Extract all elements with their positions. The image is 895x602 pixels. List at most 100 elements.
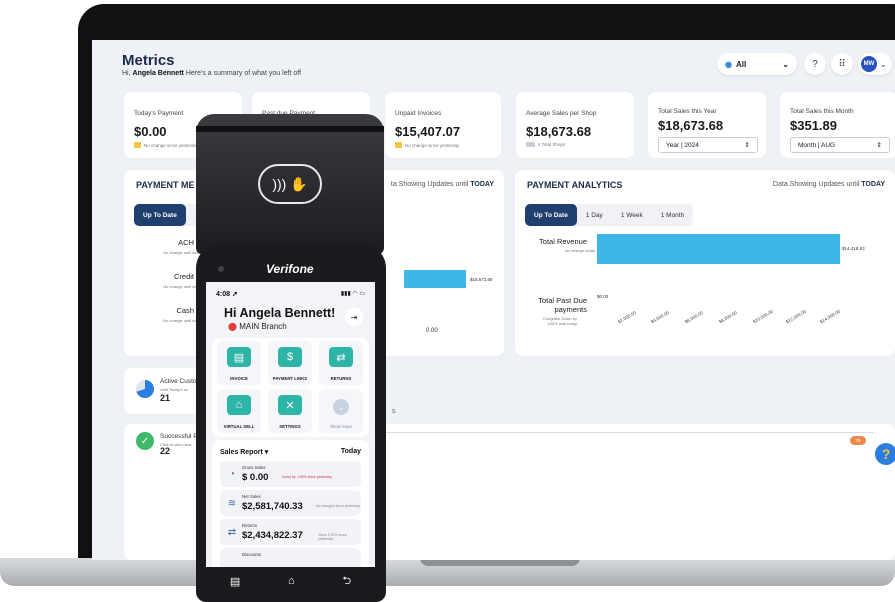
- payment-link-icon: $: [278, 347, 302, 367]
- chart-x-tick: $14,000.00: [819, 308, 842, 325]
- sales-row-label: Returns: [242, 523, 258, 528]
- flat-trend-icon: [134, 142, 141, 148]
- camera-icon: [218, 266, 224, 272]
- tile-settings[interactable]: ✕ SETTINGS: [268, 389, 312, 433]
- help-chat-icon[interactable]: ?: [875, 443, 895, 465]
- count-badge: 76: [850, 436, 866, 445]
- back-icon[interactable]: ⮌: [342, 572, 351, 591]
- sales-row-label: Gross Sales: [242, 465, 266, 470]
- chart-bar-value: $14,418.63: [842, 246, 865, 251]
- stat-value: $18,673.68: [526, 124, 592, 139]
- stat-card-avg-sales: Average Sales per Shop $18,673.68 4 Tota…: [516, 92, 634, 158]
- chart-category-label: Total Past Due: [538, 296, 587, 305]
- chart-x-tick: $12,000.00: [785, 308, 808, 325]
- chart-bar-value: $0.00: [597, 294, 609, 299]
- method-bar-value: $18,673.68: [470, 277, 493, 282]
- chevron-down-icon: ⌄: [333, 399, 349, 415]
- invoice-icon: ▤: [227, 347, 251, 367]
- pie-chart-icon: [136, 380, 154, 398]
- tile-label: SETTINGS: [279, 424, 301, 429]
- sales-row-value: $2,581,740.33: [242, 501, 303, 512]
- greeting-user: Angela Bennett: [132, 70, 184, 77]
- tab-1-week[interactable]: 1 Week: [612, 204, 652, 226]
- active-label: Active Custo: [160, 378, 197, 385]
- month-select-value: Month | AUG: [798, 141, 836, 149]
- tile-label: PAYMENT LINKS: [272, 376, 308, 381]
- tile-show-more[interactable]: ⌄ Show more: [319, 389, 363, 433]
- home-icon[interactable]: ⌂: [288, 575, 295, 587]
- apps-button[interactable]: ⠿: [831, 53, 853, 75]
- status-time: 4:08 ➚: [216, 290, 238, 298]
- tile-label: RETURNS: [330, 376, 352, 381]
- success-label: Successful P: [160, 433, 198, 440]
- stat-sub: 4 Total Shops: [526, 142, 565, 147]
- recent-apps-icon[interactable]: ▤: [230, 575, 240, 588]
- help-icon: ?: [812, 58, 818, 70]
- coins-icon: ≋: [227, 497, 237, 509]
- tab-1-day[interactable]: 1 Day: [577, 204, 612, 226]
- location-pin-icon: ◉: [725, 59, 732, 69]
- basket-icon: ⌂: [227, 395, 251, 415]
- method-sub: No change until today: [163, 250, 202, 255]
- stat-value: $18,673.68: [658, 118, 724, 133]
- tab-up-to-date[interactable]: Up To Date: [134, 204, 186, 226]
- settings-tools-icon: ✕: [278, 395, 302, 415]
- returns-arrows-icon: ⇄: [227, 526, 237, 538]
- tile-virtual-sell[interactable]: ⌂ VIRTUAL SELL: [217, 389, 261, 433]
- logout-button[interactable]: ⇥: [345, 308, 363, 326]
- greeting: Hi, Angela Bennett Here's a summary of w…: [122, 70, 301, 77]
- shop-icon: [526, 142, 535, 147]
- chart-x-tick: $8,000.00: [717, 309, 738, 325]
- year-select[interactable]: Year | 2024 ⇕: [658, 137, 758, 153]
- tab-bar: Up To Date 1 Day 1 Week 1 Month: [525, 204, 694, 226]
- tab-1-month[interactable]: 1 Month: [652, 204, 694, 226]
- update-note: ta Showing Updates until TODAY: [391, 181, 494, 188]
- branch-label: ⬤ MAIN Branch: [228, 322, 287, 331]
- paper-slot: [196, 126, 384, 132]
- sales-report-panel: Sales Report ▾ Today ◔ Gross Sales $ 0.0…: [212, 440, 369, 567]
- stat-sub: No change since yesterday: [134, 142, 198, 148]
- stat-value: $351.89: [790, 118, 837, 133]
- sales-period: Today: [340, 448, 361, 455]
- location-arrow-icon: ➚: [231, 291, 238, 298]
- payment-analytics-card: PAYMENT ANALYTICS Data Showing Updates u…: [515, 170, 895, 356]
- sales-row-discounts[interactable]: Discounts: [220, 548, 361, 567]
- sales-report-title: Sales Report: [220, 449, 263, 456]
- tile-returns[interactable]: ⇄ RETURNS: [319, 341, 363, 385]
- month-select[interactable]: Month | AUG ⇕: [790, 137, 890, 153]
- tile-payment-links[interactable]: $ PAYMENT LINKS: [268, 341, 312, 385]
- method-label-cash: Cash: [176, 306, 194, 315]
- stat-card-year-sales: Total Sales this Year $18,673.68 Year | …: [648, 92, 766, 158]
- stat-label: Unpaid Invoices: [395, 110, 442, 117]
- logout-icon: ⇥: [350, 312, 358, 322]
- terminal-greeting: Hi Angela Bennett!: [224, 306, 336, 320]
- tile-label: VIRTUAL SELL: [223, 424, 255, 429]
- sales-report-dropdown[interactable]: Sales Report ▾: [220, 448, 268, 456]
- chart-x-tick: $10,000.00: [751, 308, 774, 325]
- location-select[interactable]: ◉ All ⌄: [717, 53, 797, 75]
- apps-grid-icon: ⠿: [838, 58, 846, 70]
- help-button[interactable]: ?: [804, 53, 826, 75]
- year-select-value: Year | 2024: [666, 141, 699, 149]
- sales-row-returns[interactable]: ⇄ Returns $2,434,822.37 Value 3,00% sinc…: [220, 519, 361, 545]
- update-note-bold: TODAY: [861, 181, 885, 188]
- brand-logo: Verifone: [266, 262, 314, 276]
- location-value: All: [735, 59, 747, 69]
- stat-value: $0.00: [134, 124, 167, 139]
- stat-value: $15,407.07: [395, 124, 461, 139]
- action-grid: ▤ INVOICE $ PAYMENT LINKS ⇄ RETURNS ⌂ VIRTUA…: [212, 338, 369, 437]
- chevron-down-icon: ⌄: [782, 59, 789, 69]
- method-bar-credit: [404, 270, 466, 288]
- chart-category-sub: No change today: [564, 248, 595, 253]
- user-menu[interactable]: MW ⌄: [858, 53, 892, 75]
- sales-row-net[interactable]: ≋ Net Sales $2,581,740.33 No changes sin…: [220, 490, 361, 516]
- tab-up-to-date[interactable]: Up To Date: [525, 204, 577, 226]
- method-sub: No change until today: [163, 318, 202, 323]
- tile-invoice[interactable]: ▤ INVOICE: [217, 341, 261, 385]
- active-sub: Until Today's ac: [160, 387, 188, 392]
- tile-label: INVOICE: [230, 376, 248, 381]
- sales-row-gross[interactable]: ◔ Gross Sales $ 0.00 Down by -100% since…: [220, 461, 361, 487]
- time-text: 4:08: [216, 291, 231, 298]
- update-note-text: Data Showing Updates until: [772, 181, 860, 188]
- stat-label: Total Sales this Year: [658, 108, 717, 115]
